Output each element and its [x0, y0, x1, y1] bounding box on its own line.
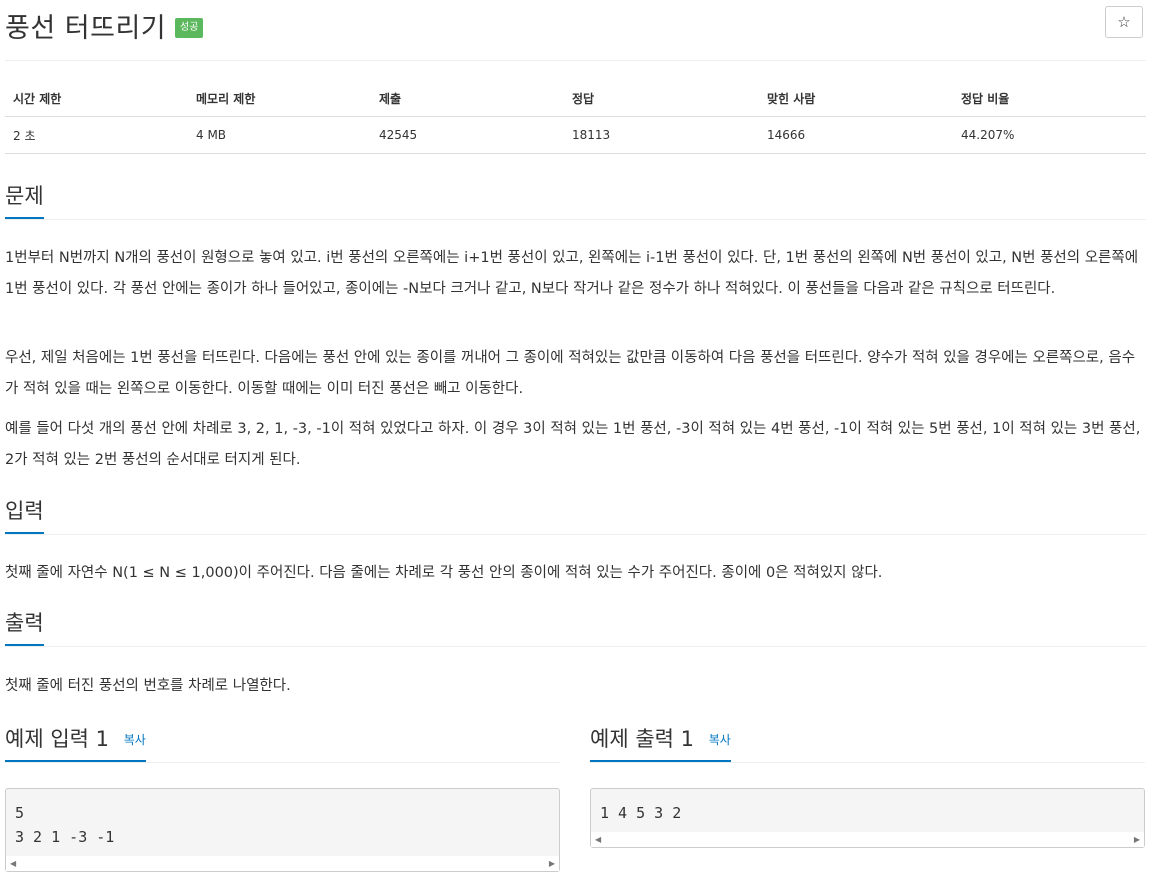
- header-memory-limit: 메모리 제한: [188, 80, 371, 117]
- sample-output-panel: 예제 출력 1 복사 1 4 5 3 2 ◀ ▶: [590, 724, 1145, 854]
- sample-input-panel: 예제 입력 1 복사 5 3 2 1 -3 -1 ◀ ▶: [5, 724, 560, 874]
- header-solvers: 맞힌 사람: [759, 80, 953, 117]
- sample-input-scrollbar[interactable]: ◀ ▶: [6, 856, 559, 871]
- info-header-row: 시간 제한 메모리 제한 제출 정답 맞힌 사람 정답 비율: [5, 80, 1146, 117]
- title-row: 풍선 터뜨리기 성공 ☆: [5, 4, 1146, 48]
- copy-sample-input-button[interactable]: 복사: [124, 733, 146, 747]
- problem-info-table: 시간 제한 메모리 제한 제출 정답 맞힌 사람 정답 비율 2 초 4 MB …: [5, 80, 1146, 154]
- problem-paragraph-1: 1번부터 N번까지 N개의 풍선이 원형으로 놓여 있고. i번 풍선의 오른쪽…: [5, 250, 1139, 297]
- value-time-limit: 2 초: [5, 116, 188, 154]
- problem-heading: 문제: [5, 181, 44, 219]
- problem-section-header: 문제: [5, 181, 1146, 220]
- scroll-right-icon[interactable]: ▶: [1134, 835, 1140, 844]
- sample-input-title: 예제 입력 1 복사: [5, 724, 146, 762]
- status-badge: 성공: [175, 18, 204, 38]
- header-time-limit: 시간 제한: [5, 80, 188, 117]
- header-submissions: 제출: [371, 80, 564, 117]
- output-section-header: 출력: [5, 608, 1146, 647]
- header-accept-ratio: 정답 비율: [953, 80, 1146, 117]
- sample-output-heading: 예제 출력 1: [590, 727, 694, 751]
- title-divider: [5, 60, 1146, 61]
- value-solvers[interactable]: 14666: [759, 116, 953, 154]
- sample-input-heading: 예제 입력 1: [5, 727, 109, 751]
- sample-output-header: 예제 출력 1 복사: [590, 724, 1145, 763]
- input-description: 첫째 줄에 자연수 N(1 ≤ N ≤ 1,000)이 주어진다. 다음 줄에는…: [5, 565, 883, 581]
- sample-output-scrollbar[interactable]: ◀ ▶: [591, 832, 1144, 847]
- value-accepted[interactable]: 18113: [564, 116, 759, 154]
- input-section-header: 입력: [5, 496, 1146, 535]
- scroll-right-icon[interactable]: ▶: [549, 859, 555, 868]
- output-heading: 출력: [5, 608, 44, 646]
- favorite-button[interactable]: ☆: [1105, 6, 1143, 38]
- problem-paragraph-3: 예를 들어 다섯 개의 풍선 안에 차례로 3, 2, 1, -3, -1이 적…: [5, 421, 1141, 468]
- value-accept-ratio: 44.207%: [953, 116, 1146, 154]
- sample-output-title: 예제 출력 1 복사: [590, 724, 731, 762]
- output-description: 첫째 줄에 터진 풍선의 번호를 차례로 나열한다.: [5, 678, 291, 694]
- sample-input-content: 5 3 2 1 -3 -1: [15, 804, 115, 846]
- sample-input-box[interactable]: 5 3 2 1 -3 -1 ◀ ▶: [5, 788, 560, 872]
- sample-input-header: 예제 입력 1 복사: [5, 724, 560, 763]
- scroll-left-icon[interactable]: ◀: [595, 835, 601, 844]
- star-icon: ☆: [1117, 14, 1131, 31]
- page-title: 풍선 터뜨리기: [5, 13, 167, 44]
- value-submissions[interactable]: 42545: [371, 116, 564, 154]
- scroll-left-icon[interactable]: ◀: [10, 859, 16, 868]
- value-memory-limit: 4 MB: [188, 116, 371, 154]
- sample-output-content: 1 4 5 3 2: [600, 804, 682, 822]
- sample-output-box[interactable]: 1 4 5 3 2 ◀ ▶: [590, 788, 1145, 848]
- copy-sample-output-button[interactable]: 복사: [709, 733, 731, 747]
- input-heading: 입력: [5, 496, 44, 534]
- problem-paragraph-2: 우선, 제일 처음에는 1번 풍선을 터뜨린다. 다음에는 풍선 안에 있는 종…: [5, 350, 1136, 397]
- header-accepted: 정답: [564, 80, 759, 117]
- info-value-row: 2 초 4 MB 42545 18113 14666 44.207%: [5, 116, 1146, 154]
